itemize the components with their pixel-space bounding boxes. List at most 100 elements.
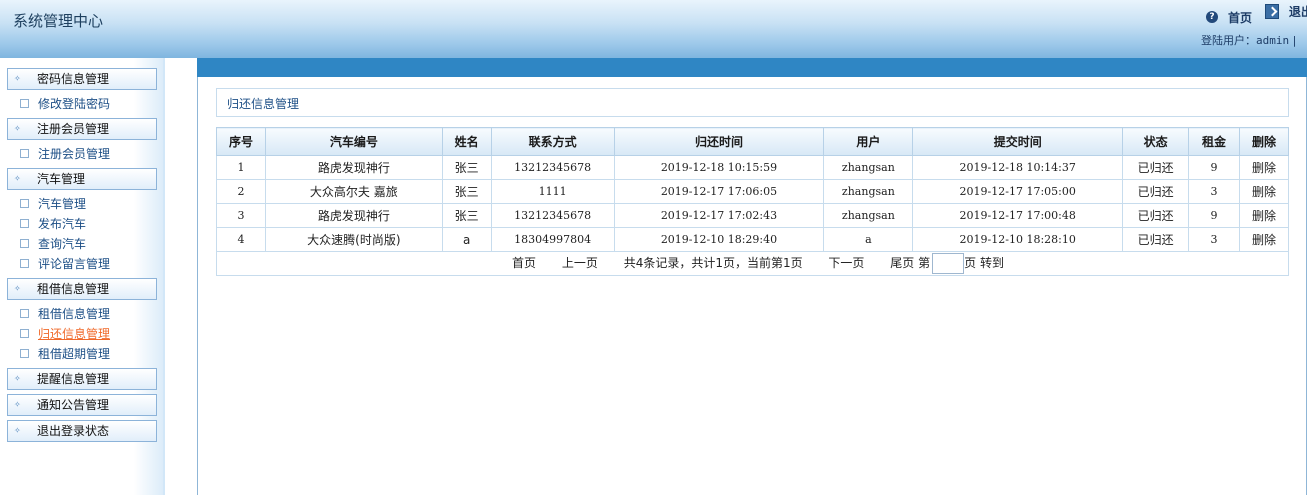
page-suffix: 页 [964, 256, 977, 270]
separator: | [1292, 34, 1297, 47]
home-link-label: 首页 [1228, 10, 1253, 25]
menu-group-label: 注册会员管理 [37, 122, 110, 136]
bullet-icon [20, 239, 29, 248]
logout-link[interactable]: 退出 [1264, 3, 1307, 20]
expand-icon: ✧ [14, 174, 21, 183]
menu-item-label: 修改登陆密码 [38, 97, 111, 111]
menu-item-publish-car[interactable]: 发布汽车 [20, 215, 86, 233]
top-header: 系统管理中心 ? 首页 退出 登陆用户：admin | [0, 0, 1307, 58]
bullet-icon [20, 219, 29, 228]
cell-contact: 13212345678 [490, 155, 615, 180]
cell-submit-time: 2019-12-17 17:00:48 [912, 203, 1124, 228]
col-status: 状态 [1122, 127, 1190, 156]
cell-car-no: 路虎发现神行 [264, 203, 443, 228]
col-name: 姓名 [441, 127, 492, 156]
bullet-icon [20, 99, 29, 108]
go-to-page-button[interactable]: 转到 [980, 256, 1004, 270]
menu-group-label: 汽车管理 [37, 172, 86, 186]
pager-summary: 共4条记录，共计1页，当前第1页 [623, 256, 803, 270]
cell-user: zhangsan [823, 179, 914, 204]
table-row: 4 大众速腾(时尚版) a 18304997804 2019-12-10 18:… [216, 227, 1290, 252]
menu-item-overdue[interactable]: 租借超期管理 [20, 345, 110, 363]
menu-group-label: 退出登录状态 [37, 424, 110, 438]
cell-rent: 9 [1188, 203, 1240, 228]
page-title: 归还信息管理 [227, 97, 300, 111]
menu-group-rental[interactable]: ✧ 租借信息管理 [7, 278, 157, 300]
col-car-no: 汽车编号 [264, 127, 443, 156]
logout-link-label: 退出 [1288, 5, 1307, 19]
col-rent: 租金 [1188, 127, 1240, 156]
menu-group-password[interactable]: ✧ 密码信息管理 [7, 68, 157, 90]
sidebar-menu: ✧ 密码信息管理 修改登陆密码 ✧ 注册会员管理 注册会员管理 ✧ 汽车管理 汽… [0, 58, 163, 495]
cell-rent: 9 [1188, 155, 1240, 180]
delete-link[interactable]: 删除 [1238, 203, 1290, 228]
expand-icon: ✧ [14, 426, 21, 435]
menu-item-change-password[interactable]: 修改登陆密码 [20, 95, 110, 113]
exit-icon [1264, 4, 1279, 19]
menu-group-logout[interactable]: ✧ 退出登录状态 [7, 420, 157, 442]
col-return-time: 归还时间 [613, 127, 825, 156]
menu-item-rental-info[interactable]: 租借信息管理 [20, 305, 110, 323]
page-prefix: 第 [918, 256, 931, 270]
table-row: 3 路虎发现神行 张三 13212345678 2019-12-17 17:02… [216, 203, 1290, 228]
bullet-icon [20, 349, 29, 358]
menu-group-notices[interactable]: ✧ 通知公告管理 [7, 394, 157, 416]
pagination: 首页 上一页 共4条记录，共计1页，当前第1页 下一页 尾页 第 页 转到 [216, 251, 1289, 276]
menu-group-label: 提醒信息管理 [37, 372, 110, 386]
bullet-icon [20, 329, 29, 338]
cell-contact: 18304997804 [490, 227, 615, 252]
menu-item-label: 租借超期管理 [38, 347, 111, 361]
menu-item-label: 评论留言管理 [38, 257, 111, 271]
expand-icon: ✧ [14, 124, 21, 133]
expand-icon: ✧ [14, 284, 21, 293]
pager-row: 首页 上一页 共4条记录，共计1页，当前第1页 下一页 尾页 第 页 转到 [216, 251, 1289, 276]
menu-group-cars[interactable]: ✧ 汽车管理 [7, 168, 157, 190]
menu-item-comments[interactable]: 评论留言管理 [20, 255, 110, 273]
menu-group-label: 租借信息管理 [37, 282, 110, 296]
cell-status: 已归还 [1122, 179, 1190, 204]
cell-name: 张三 [441, 179, 492, 204]
menu-item-query-car[interactable]: 查询汽车 [20, 235, 86, 253]
col-contact: 联系方式 [490, 127, 615, 156]
expand-icon: ✧ [14, 74, 21, 83]
delete-link[interactable]: 删除 [1238, 155, 1290, 180]
table-row: 2 大众高尔夫 嘉旅 张三 1111 2019-12-17 17:06:05 z… [216, 179, 1290, 204]
menu-group-label: 通知公告管理 [37, 398, 110, 412]
table-header-row: 序号 汽车编号 姓名 联系方式 归还时间 用户 提交时间 状态 租金 删除 [216, 127, 1290, 156]
cell-return-time: 2019-12-17 17:06:05 [613, 179, 825, 204]
top-links: ? 首页 退出 [1206, 3, 1307, 25]
menu-group-members[interactable]: ✧ 注册会员管理 [7, 118, 157, 140]
cell-car-no: 大众高尔夫 嘉旅 [264, 179, 443, 204]
menu-item-label: 租借信息管理 [38, 307, 111, 321]
menu-item-return-info[interactable]: 归还信息管理 [20, 325, 110, 343]
prev-page-link[interactable]: 上一页 [562, 256, 598, 270]
next-page-link[interactable]: 下一页 [828, 256, 864, 270]
cell-submit-time: 2019-12-17 17:05:00 [912, 179, 1124, 204]
delete-link[interactable]: 删除 [1238, 179, 1290, 204]
menu-group-reminders[interactable]: ✧ 提醒信息管理 [7, 368, 157, 390]
menu-item-car-manage[interactable]: 汽车管理 [20, 195, 86, 213]
user-label: 登陆用户： [1201, 34, 1256, 47]
cell-return-time: 2019-12-10 18:29:40 [613, 227, 825, 252]
cell-contact: 1111 [490, 179, 615, 204]
cell-submit-time: 2019-12-10 18:28:10 [912, 227, 1124, 252]
cell-rent: 3 [1188, 179, 1240, 204]
page-number-input[interactable] [932, 253, 965, 274]
menu-item-members[interactable]: 注册会员管理 [20, 145, 110, 163]
menu-group-label: 密码信息管理 [37, 72, 110, 86]
layout-gap [165, 58, 197, 495]
delete-link[interactable]: 删除 [1238, 227, 1290, 252]
cell-status: 已归还 [1122, 203, 1190, 228]
menu-item-label: 汽车管理 [38, 197, 87, 211]
page-title-box: 归还信息管理 [216, 88, 1289, 117]
cell-return-time: 2019-12-18 10:15:59 [613, 155, 825, 180]
main-content: 归还信息管理 序号 汽车编号 姓名 联系方式 归还时间 用户 提交时间 状态 租… [197, 77, 1307, 495]
expand-icon: ✧ [14, 400, 21, 409]
menu-item-label: 查询汽车 [38, 237, 87, 251]
return-info-table: 序号 汽车编号 姓名 联系方式 归还时间 用户 提交时间 状态 租金 删除 1 … [216, 127, 1290, 276]
menu-item-label: 发布汽车 [38, 217, 87, 231]
last-page-link[interactable]: 尾页 [890, 256, 914, 270]
home-link[interactable]: ? 首页 [1206, 9, 1252, 26]
first-page-link[interactable]: 首页 [512, 256, 536, 270]
col-index: 序号 [216, 127, 266, 156]
